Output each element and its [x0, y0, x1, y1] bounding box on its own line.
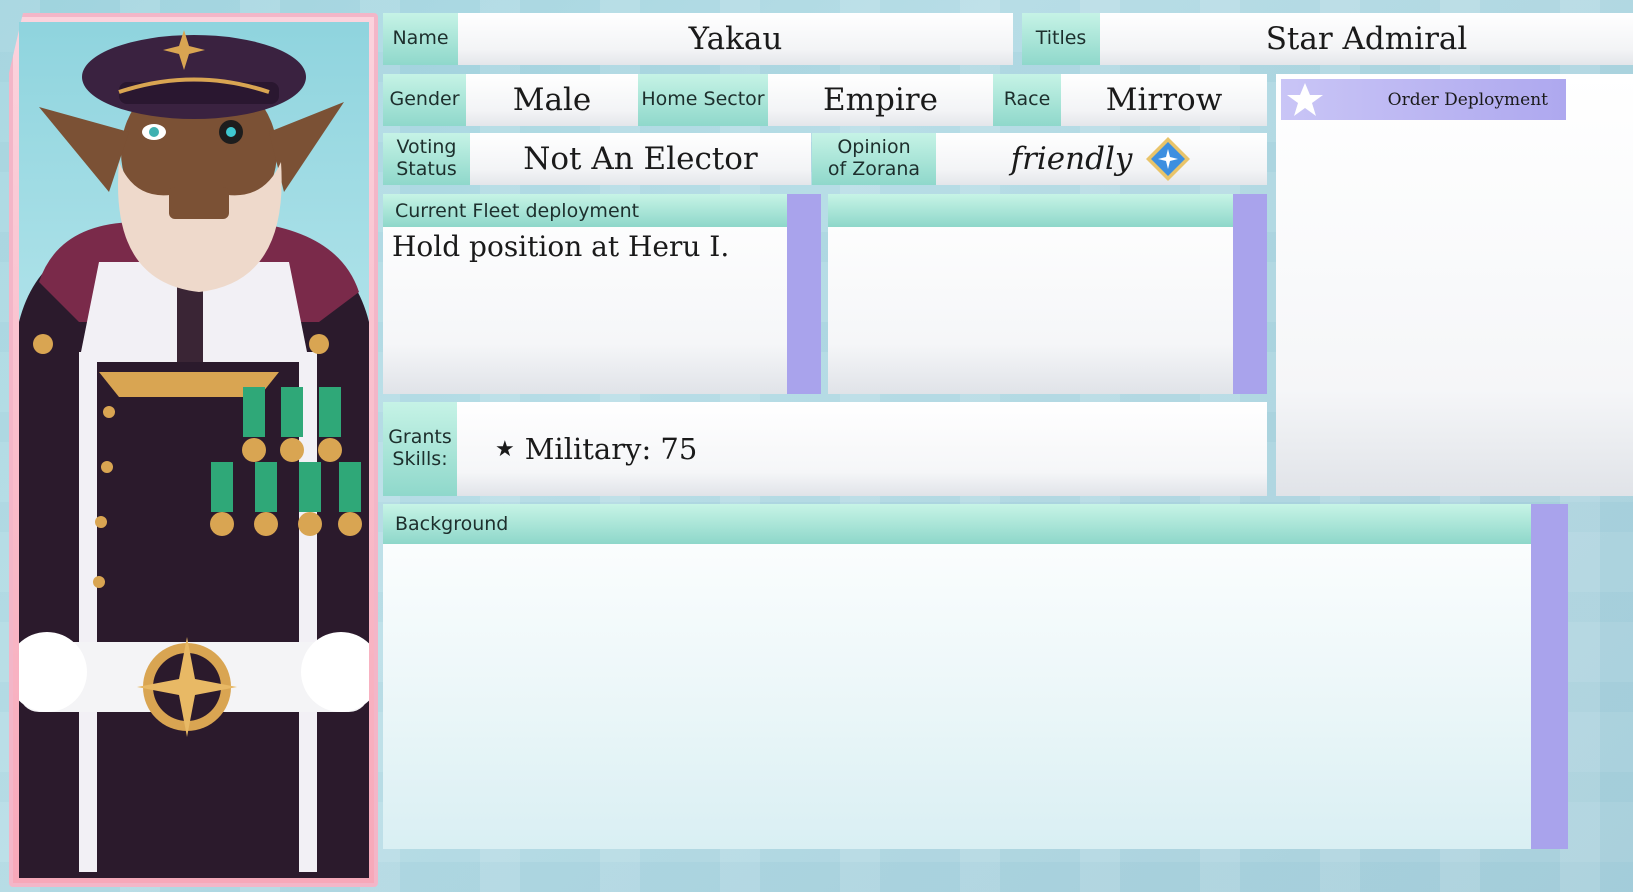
- opinion-value: friendly: [1010, 141, 1133, 177]
- gender-value: Male: [466, 74, 638, 126]
- titles-value: Star Admiral: [1100, 13, 1633, 65]
- name-label: Name: [383, 13, 458, 65]
- fleet-text: Hold position at Heru I.: [392, 230, 730, 263]
- home-sector-value: Empire: [768, 74, 993, 126]
- voting-label-line1: Voting: [396, 136, 457, 159]
- voting-status-value: Not An Elector: [470, 133, 811, 185]
- skills-label: Grants Skills:: [383, 402, 457, 496]
- fleet-header: Current Fleet deployment: [383, 194, 787, 227]
- character-portrait: [19, 22, 369, 878]
- voting-label-line2: Status: [396, 158, 457, 180]
- diamond-star-icon: [1146, 137, 1191, 181]
- secondary-header: [828, 194, 1233, 227]
- order-deployment-button[interactable]: Order Deployment: [1281, 79, 1566, 120]
- opinion-label-line2: of Zorana: [827, 158, 921, 180]
- skills-list: ★ Military: 75: [457, 402, 1267, 496]
- titles-label: Titles: [1022, 13, 1100, 65]
- gender-label: Gender: [383, 74, 466, 126]
- star-icon: ★: [495, 436, 515, 462]
- voting-status-label: Voting Status: [383, 133, 470, 185]
- secondary-scrollbar[interactable]: [1233, 194, 1267, 394]
- opinion-label-line1: Opinion: [837, 136, 911, 159]
- right-panel: [1276, 74, 1633, 496]
- race-value: Mirrow: [1061, 74, 1267, 126]
- background-scrollbar[interactable]: [1531, 504, 1568, 849]
- background-header: Background: [383, 504, 1531, 544]
- skills-label-line2: Skills:: [392, 448, 448, 470]
- home-sector-label: Home Sector: [638, 74, 768, 126]
- star-icon: [1287, 82, 1323, 116]
- opinion-label: Opinion of Zorana: [812, 133, 936, 185]
- name-value: Yakau: [458, 13, 1013, 65]
- background-text: [395, 552, 1515, 832]
- skill-item: Military: 75: [524, 432, 698, 466]
- opinion-value-box: friendly: [936, 133, 1267, 185]
- fleet-scrollbar[interactable]: [787, 194, 821, 394]
- character-portrait-art: [19, 30, 369, 878]
- race-label: Race: [993, 74, 1061, 126]
- skills-label-line1: Grants: [388, 426, 452, 449]
- order-deployment-label: Order Deployment: [1387, 89, 1548, 110]
